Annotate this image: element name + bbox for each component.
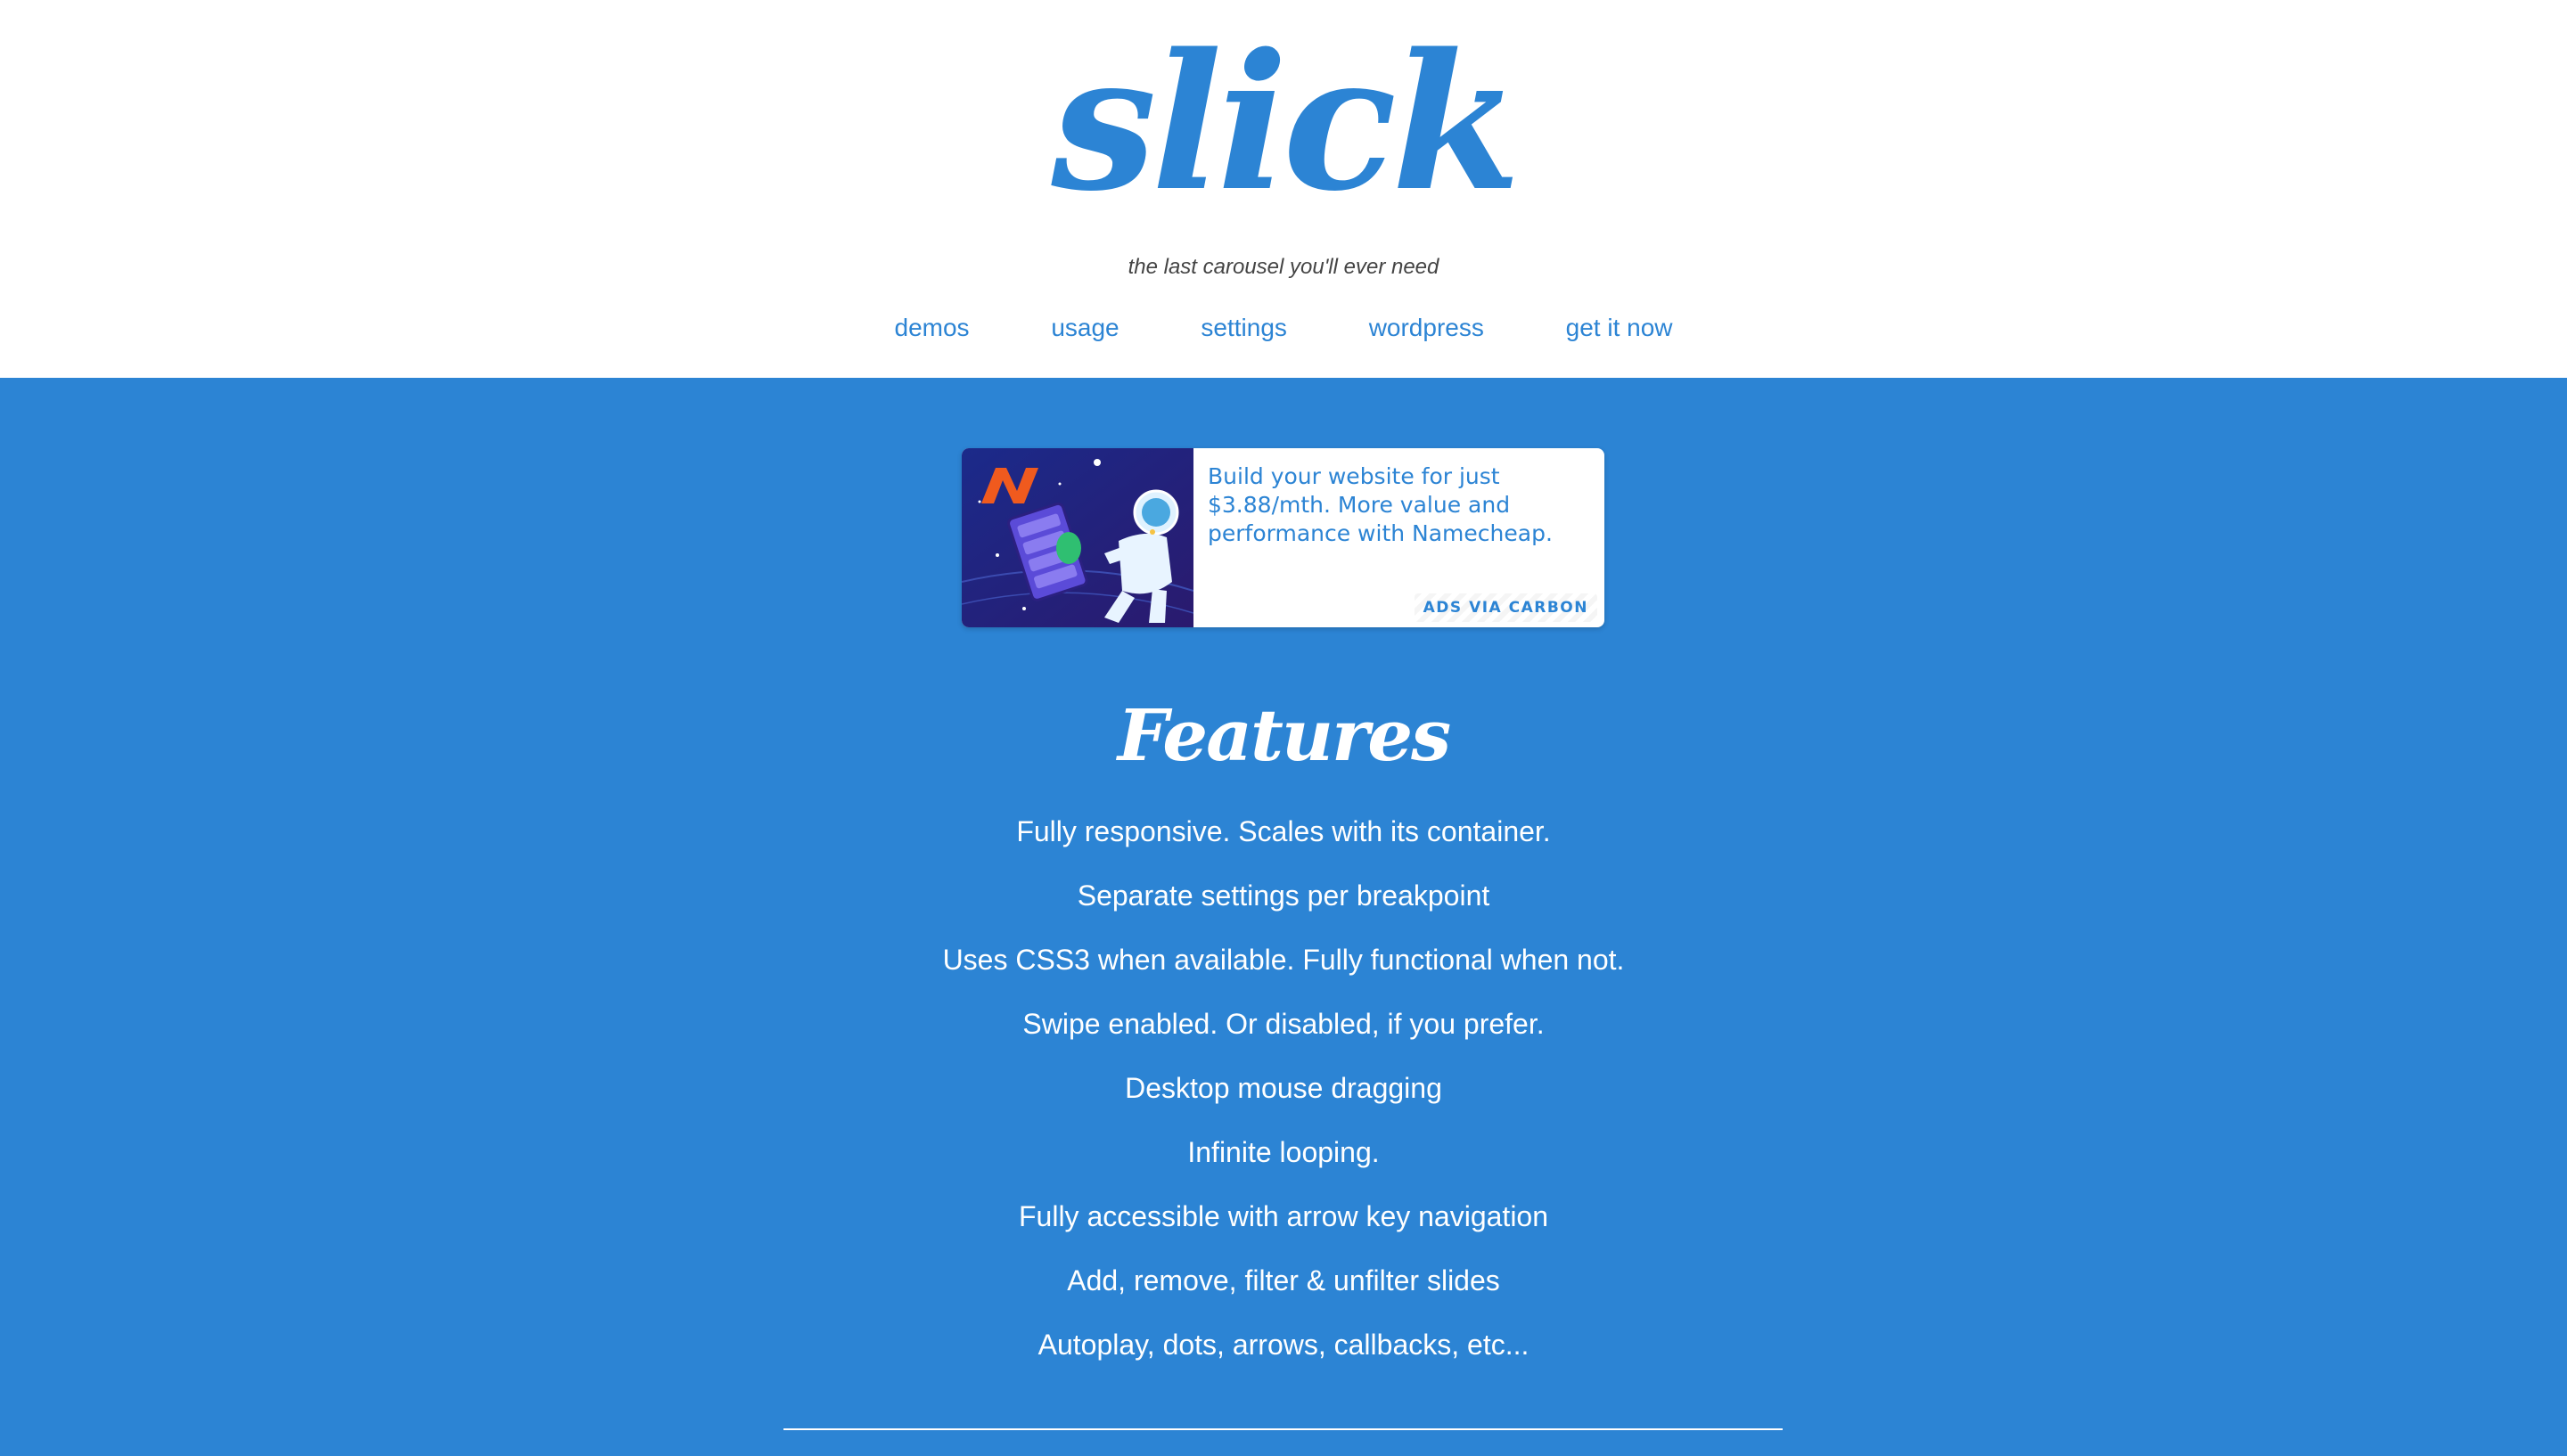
feature-item: Separate settings per breakpoint — [1077, 879, 1490, 912]
feature-item: Add, remove, filter & unfilter slides — [1067, 1264, 1500, 1296]
feature-item: Autoplay, dots, arrows, callbacks, etc..… — [1037, 1329, 1530, 1361]
nav-link-demos[interactable]: demos — [895, 314, 970, 342]
nav-link-usage[interactable]: usage — [1051, 314, 1119, 342]
feature-item: Fully accessible with arrow key navigati… — [1018, 1200, 1549, 1232]
features-heading: Features — [1117, 693, 1451, 777]
tagline: the last carousel you'll ever need — [1128, 255, 1439, 279]
feature-item: Fully responsive. Scales with its contai… — [1016, 815, 1551, 847]
feature-item: Infinite looping. — [1187, 1136, 1380, 1168]
nav-link-settings[interactable]: settings — [1201, 314, 1287, 342]
nav-link-wordpress[interactable]: wordpress — [1369, 314, 1484, 342]
feature-item: Desktop mouse dragging — [1125, 1072, 1442, 1104]
feature-item: Swipe enabled. Or disabled, if you prefe… — [1022, 1008, 1545, 1040]
carbon-ad[interactable]: Build your website for just $3.88/mth. M… — [962, 448, 1604, 627]
ad-text[interactable]: Build your website for just $3.88/mth. M… — [1208, 462, 1582, 548]
namecheap-astronaut-illustration[interactable] — [962, 448, 1193, 627]
feature-item: Uses CSS3 when available. Fully function… — [942, 944, 1625, 976]
features-list: Fully responsive. Scales with its contai… — [0, 807, 2567, 1385]
site-header: slick the last carousel you'll ever need… — [0, 0, 2567, 378]
main-nav: demos usage settings wordpress get it no… — [0, 314, 2567, 342]
section-divider — [783, 1428, 1783, 1430]
slick-logo[interactable]: slick — [0, 25, 2567, 221]
nav-link-get-it-now[interactable]: get it now — [1566, 314, 1673, 342]
ads-via-carbon-link[interactable]: ADS VIA CARBON — [1414, 593, 1597, 622]
